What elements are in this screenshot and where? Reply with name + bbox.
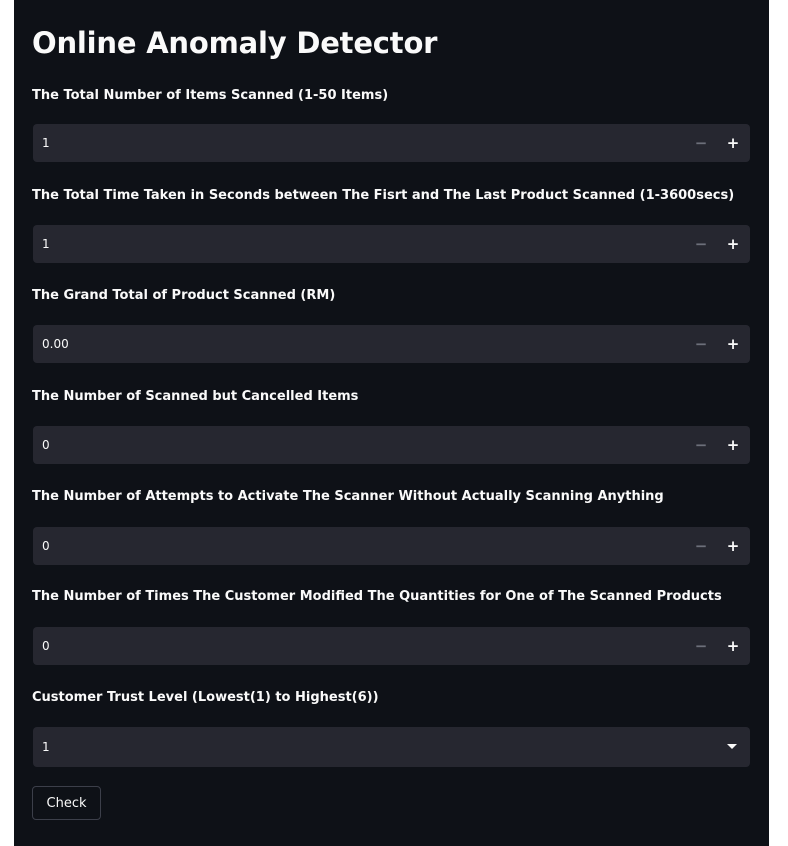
time-taken-increment-button[interactable]: + (718, 225, 748, 263)
grand-total-increment-button[interactable]: + (718, 325, 748, 363)
scanner-attempts-increment-button[interactable]: + (718, 527, 748, 565)
cancelled-items-label: The Number of Scanned but Cancelled Item… (32, 389, 359, 404)
time-taken-decrement-button[interactable]: − (686, 225, 716, 263)
trust-level-select[interactable]: 1 (33, 727, 750, 767)
page-title: Online Anomaly Detector (32, 26, 438, 60)
items-scanned-decrement-button[interactable]: − (686, 124, 716, 162)
grand-total-input[interactable]: 0.00 − + (33, 325, 750, 363)
cancelled-items-input[interactable]: 0 − + (33, 426, 750, 464)
items-scanned-label: The Total Number of Items Scanned (1-50 … (32, 88, 389, 103)
quantity-modifications-label: The Number of Times The Customer Modifie… (32, 589, 722, 604)
time-taken-label: The Total Time Taken in Seconds between … (32, 188, 735, 203)
cancelled-items-increment-button[interactable]: + (718, 426, 748, 464)
scanner-attempts-decrement-button[interactable]: − (686, 527, 716, 565)
check-button[interactable]: Check (32, 786, 101, 820)
grand-total-decrement-button[interactable]: − (686, 325, 716, 363)
time-taken-input[interactable]: 1 − + (33, 225, 750, 263)
scanner-attempts-value[interactable]: 0 (42, 537, 50, 555)
quantity-modifications-increment-button[interactable]: + (718, 627, 748, 665)
cancelled-items-decrement-button[interactable]: − (686, 426, 716, 464)
grand-total-label: The Grand Total of Product Scanned (RM) (32, 288, 336, 303)
time-taken-value[interactable]: 1 (42, 235, 50, 253)
quantity-modifications-value[interactable]: 0 (42, 637, 50, 655)
scanner-attempts-input[interactable]: 0 − + (33, 527, 750, 565)
grand-total-value[interactable]: 0.00 (42, 335, 69, 353)
items-scanned-increment-button[interactable]: + (718, 124, 748, 162)
cancelled-items-value[interactable]: 0 (42, 436, 50, 454)
quantity-modifications-decrement-button[interactable]: − (686, 627, 716, 665)
items-scanned-value[interactable]: 1 (42, 134, 50, 152)
scanner-attempts-label: The Number of Attempts to Activate The S… (32, 489, 664, 504)
chevron-down-icon[interactable] (727, 744, 737, 749)
quantity-modifications-input[interactable]: 0 − + (33, 627, 750, 665)
trust-level-value[interactable]: 1 (42, 738, 50, 756)
trust-level-label: Customer Trust Level (Lowest(1) to Highe… (32, 690, 379, 705)
items-scanned-input[interactable]: 1 − + (33, 124, 750, 162)
app-main: Online Anomaly Detector The Total Number… (14, 0, 769, 846)
